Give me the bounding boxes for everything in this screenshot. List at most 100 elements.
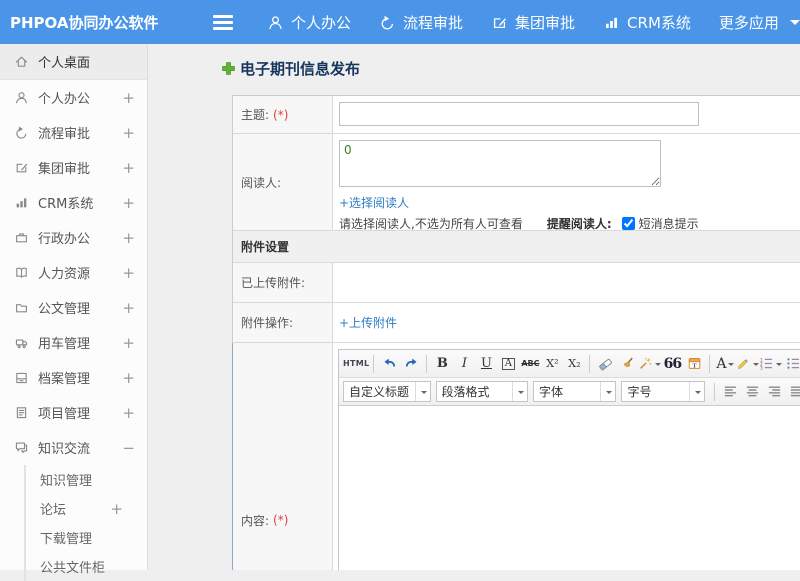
- truck-icon: [14, 335, 38, 350]
- expand-toggle-icon[interactable]: −: [122, 439, 135, 457]
- expand-toggle-icon[interactable]: +: [122, 264, 135, 282]
- archive-svg: [14, 370, 29, 385]
- sidebar-item-group-approval[interactable]: 集团审批+: [0, 150, 147, 185]
- chevron-down-icon: [415, 382, 430, 401]
- subscript-button[interactable]: X₂: [563, 353, 585, 375]
- font-family-select[interactable]: 字体: [533, 381, 617, 402]
- toolbar-separator: [714, 383, 715, 401]
- nav-label: 流程审批: [403, 12, 463, 33]
- redo-icon[interactable]: [400, 353, 422, 375]
- sidebar-subitem-forum[interactable]: 论坛+: [26, 494, 147, 523]
- edit-svg: [491, 14, 508, 31]
- expand-toggle-icon[interactable]: +: [122, 89, 135, 107]
- paragraph-format-select[interactable]: 段落格式: [436, 381, 528, 402]
- superscript-button[interactable]: X²: [541, 353, 563, 375]
- uploaded-label-cell: 已上传附件:: [233, 263, 333, 302]
- select-readers-link[interactable]: +选择阅读人: [339, 194, 409, 211]
- blockquote-button[interactable]: 66: [661, 353, 683, 375]
- upload-attachment-link[interactable]: +上传附件: [339, 314, 397, 331]
- nav-label: 更多应用: [719, 12, 779, 33]
- sidebar-item-vehicle-mgmt[interactable]: 用车管理+: [0, 325, 147, 360]
- insert-date-icon[interactable]: T: [683, 353, 705, 375]
- autotypeset-icon[interactable]: [638, 353, 661, 375]
- align-center-icon[interactable]: [741, 381, 763, 403]
- process-icon: [379, 14, 396, 31]
- sidebar-item-personal-desktop[interactable]: 个人桌面: [0, 44, 147, 80]
- expand-toggle-icon[interactable]: +: [122, 404, 135, 422]
- custom-title-select[interactable]: 自定义标题: [343, 381, 431, 402]
- ordered-list-icon[interactable]: 123: [759, 353, 782, 375]
- sidebar-item-personal-office[interactable]: 个人办公+: [0, 80, 147, 115]
- process-icon: [14, 125, 38, 140]
- sidebar-item-document-mgmt[interactable]: 公文管理+: [0, 290, 147, 325]
- eraser-icon[interactable]: [594, 353, 616, 375]
- italic-button[interactable]: I: [453, 353, 475, 375]
- expand-toggle-icon[interactable]: +: [122, 369, 135, 387]
- content-label-cell: 内容: (*): [233, 343, 333, 570]
- highlight-color-icon[interactable]: [736, 353, 759, 375]
- nav-process-approval[interactable]: 流程审批: [379, 12, 463, 33]
- sidebar-subitem-public-file-cabinet[interactable]: 公共文件柜: [26, 552, 147, 581]
- user-icon: [14, 90, 38, 105]
- sidebar-subitem-download-mgmt[interactable]: 下载管理: [26, 523, 147, 552]
- sidebar-item-archive-mgmt[interactable]: 档案管理+: [0, 360, 147, 395]
- uploaded-label: 已上传附件:: [241, 274, 305, 291]
- subject-label: 主题:: [241, 106, 269, 123]
- sms-remind-checkbox[interactable]: [622, 217, 635, 230]
- pen-svg: [736, 356, 751, 371]
- strikethrough-button[interactable]: ABC: [519, 353, 541, 375]
- expand-toggle-icon[interactable]: +: [122, 124, 135, 142]
- readers-row: 阅读人: 0 +选择阅读人 请选择阅读人,不选为所有人可查看 提醒阅读人: 短消…: [232, 134, 800, 231]
- subject-input[interactable]: [339, 102, 699, 126]
- unordered-list-icon[interactable]: [782, 353, 800, 375]
- menu-toggle-icon[interactable]: [213, 15, 233, 30]
- process-svg: [14, 125, 29, 140]
- nav-personal-office[interactable]: 个人办公: [267, 12, 351, 33]
- attachop-label-cell: 附件操作:: [233, 303, 333, 342]
- remove-format-button[interactable]: A: [497, 353, 519, 375]
- editor-content-area[interactable]: [339, 405, 800, 570]
- align-right-icon[interactable]: [763, 381, 785, 403]
- nav-label: 集团审批: [515, 12, 575, 33]
- bold-button[interactable]: B: [431, 353, 453, 375]
- ul-svg: [786, 356, 800, 371]
- editor-toolbar-row1: HTMLBIUAABCX²X₂66TA123: [339, 350, 800, 377]
- sidebar-item-knowledge-exchange[interactable]: 知识交流−: [0, 430, 147, 465]
- nav-group-approval[interactable]: 集团审批: [491, 12, 575, 33]
- format-painter-icon[interactable]: [616, 353, 638, 375]
- expand-toggle-icon[interactable]: +: [110, 500, 123, 518]
- expand-toggle-icon[interactable]: +: [122, 334, 135, 352]
- expand-toggle-icon[interactable]: +: [122, 194, 135, 212]
- required-mark: (*): [273, 108, 288, 122]
- readers-textarea[interactable]: 0: [339, 140, 661, 187]
- font-color-button[interactable]: A: [714, 353, 736, 375]
- sidebar-subitem-knowledge-mgmt[interactable]: 知识管理: [26, 465, 147, 494]
- subject-value-cell: [333, 96, 800, 133]
- sidebar-item-process-approval[interactable]: 流程审批+: [0, 115, 147, 150]
- alignJ-svg: [789, 384, 800, 399]
- alignL-svg: [723, 384, 738, 399]
- sidebar-item-label: 个人桌面: [38, 52, 135, 71]
- sidebar-item-crm-system[interactable]: CRM系统+: [0, 185, 147, 220]
- expand-toggle-icon[interactable]: +: [122, 159, 135, 177]
- expand-toggle-icon[interactable]: +: [122, 229, 135, 247]
- underline-button[interactable]: U: [475, 353, 497, 375]
- home-icon: [14, 54, 38, 69]
- brush-svg: [620, 356, 635, 371]
- nav-more-apps[interactable]: 更多应用: [719, 12, 800, 33]
- sidebar-item-admin-office[interactable]: 行政办公+: [0, 220, 147, 255]
- html-source-button[interactable]: HTML: [343, 353, 369, 375]
- chevron-down-icon: [790, 20, 800, 30]
- font-size-select[interactable]: 字号: [621, 381, 705, 402]
- align-left-icon[interactable]: [719, 381, 741, 403]
- undo-icon[interactable]: [378, 353, 400, 375]
- justify-icon[interactable]: [785, 381, 800, 403]
- chevron-down-icon: [600, 382, 615, 401]
- sidebar-item-project-mgmt[interactable]: 项目管理+: [0, 395, 147, 430]
- nav-crm-system[interactable]: CRM系统: [603, 12, 691, 33]
- attachment-section-row: 附件设置: [232, 231, 800, 263]
- editor-toolbar-row2: 自定义标题段落格式字体字号: [339, 377, 800, 405]
- readers-value-cell: 0 +选择阅读人 请选择阅读人,不选为所有人可查看 提醒阅读人: 短消息提示: [333, 134, 800, 230]
- expand-toggle-icon[interactable]: +: [122, 299, 135, 317]
- sidebar-item-human-resources[interactable]: 人力资源+: [0, 255, 147, 290]
